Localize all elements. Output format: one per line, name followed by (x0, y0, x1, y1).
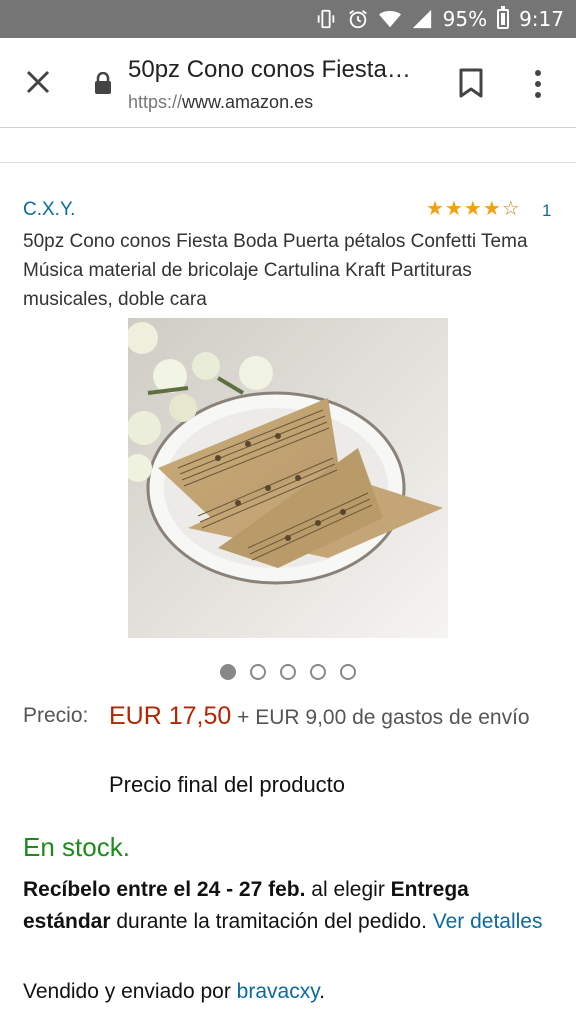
browser-toolbar: 50pz Cono conos Fiesta… https://www.amaz… (0, 38, 576, 128)
page-url[interactable]: https://www.amazon.es (128, 92, 313, 113)
price-block: EUR 17,50 + EUR 9,00 de gastos de envío (109, 700, 549, 734)
shipping-cost: + EUR 9,00 de gastos de envío (237, 706, 530, 729)
sold-by-text: Vendido y enviado por (23, 980, 237, 1003)
product-title: 50pz Cono conos Fiesta Boda Puerta pétal… (23, 231, 528, 310)
delivery-text: al elegir (305, 878, 391, 901)
stock-status: En stock. (23, 832, 130, 862)
vibrate-icon (317, 9, 334, 29)
rating-stars[interactable]: ★ ★ ★ ★ ☆ (426, 198, 520, 218)
delivery-info: Recíbelo entre el 24 - 27 feb. al elegir… (23, 874, 558, 938)
battery-icon (497, 6, 510, 29)
delivery-text-2: durante la tramitación del pedido. (110, 910, 433, 933)
star-icon: ★ (482, 196, 501, 220)
brand-link[interactable]: C.X.Y. (23, 199, 75, 221)
alarm-icon (348, 10, 367, 29)
status-icons: 95% 9:17 (315, 0, 564, 38)
seller-link[interactable]: bravacxy (237, 980, 319, 1003)
star-icon: ★ (444, 196, 463, 220)
see-details-link[interactable]: Ver detalles (433, 910, 543, 933)
carousel-dot[interactable] (250, 664, 266, 680)
divider (0, 162, 576, 163)
url-host: www.amazon.es (182, 92, 314, 112)
carousel-dot[interactable] (310, 664, 326, 680)
clock: 9:17 (519, 7, 564, 31)
sold-by-end: . (319, 980, 325, 1003)
more-options-icon[interactable] (530, 68, 546, 100)
star-icon: ★ (426, 196, 444, 220)
page-title[interactable]: 50pz Cono conos Fiesta… (128, 56, 428, 84)
star-empty-icon: ☆ (501, 196, 520, 220)
carousel-dot[interactable] (340, 664, 356, 680)
bookmark-icon[interactable] (458, 68, 484, 98)
close-icon[interactable] (22, 66, 54, 98)
star-icon: ★ (463, 196, 482, 220)
price-value: EUR 17,50 (109, 702, 232, 730)
delivery-dates: Recíbelo entre el 24 - 27 feb. (23, 878, 306, 901)
url-protocol: https:// (128, 92, 183, 112)
status-bar: 95% 9:17 (0, 0, 576, 38)
battery-percent: 95% (442, 7, 488, 31)
rating-count-link[interactable]: 1 (542, 201, 551, 221)
carousel-dot[interactable] (220, 664, 236, 680)
carousel-dot[interactable] (280, 664, 296, 680)
image-carousel-dots (220, 664, 356, 680)
sold-by: Vendido y enviado por bravacxy. (23, 980, 325, 1004)
price-label: Precio: (23, 704, 89, 727)
product-photo (128, 318, 448, 638)
signal-icon (412, 9, 431, 29)
wifi-icon (378, 10, 401, 28)
product-image[interactable] (128, 318, 448, 638)
final-price-note: Precio final del producto (109, 772, 346, 797)
lock-icon (95, 72, 111, 94)
